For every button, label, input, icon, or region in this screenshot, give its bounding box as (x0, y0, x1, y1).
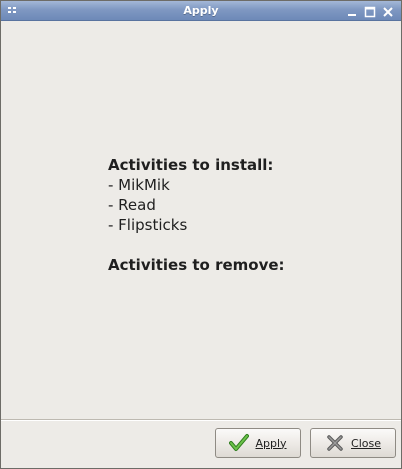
apply-dialog: Apply Activities to install: - MikMik - … (0, 0, 402, 469)
title-bar[interactable]: Apply (1, 1, 401, 21)
activities-summary: Activities to install: - MikMik - Read -… (108, 155, 285, 275)
maximize-icon[interactable] (363, 4, 377, 18)
apply-button[interactable]: Apply (215, 428, 301, 458)
install-heading: Activities to install: (108, 156, 274, 174)
install-item-read: - Read (108, 196, 156, 214)
minimize-icon[interactable] (345, 4, 359, 18)
x-icon (325, 433, 345, 453)
install-item-mikmik: - MikMik (108, 176, 170, 194)
button-separator (1, 419, 401, 420)
close-x-icon[interactable] (381, 4, 395, 18)
remove-heading: Activities to remove: (108, 256, 285, 274)
close-button-label: Close (351, 436, 381, 450)
install-item-flipsticks: - Flipsticks (108, 216, 188, 234)
dialog-content: Activities to install: - MikMik - Read -… (1, 21, 401, 419)
checkmark-icon (229, 433, 250, 453)
apply-button-label: Apply (255, 436, 287, 450)
close-button[interactable]: Close (310, 428, 396, 458)
window-title: Apply (183, 4, 219, 17)
